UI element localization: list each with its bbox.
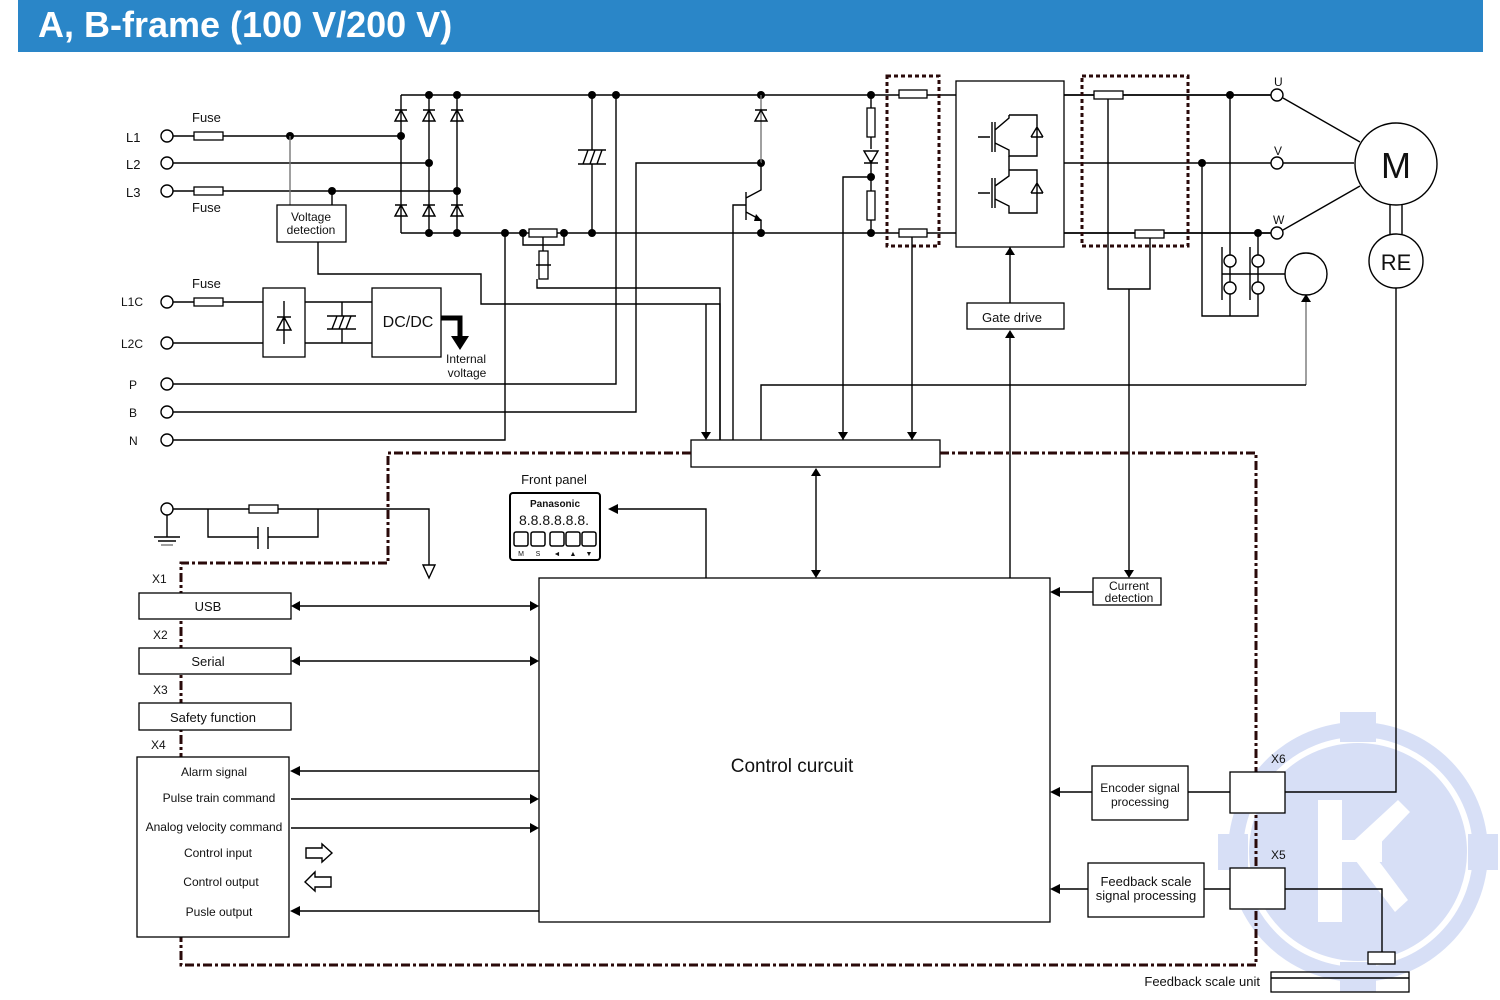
fuse-l1: [193, 131, 224, 141]
x1-label: X1: [152, 572, 167, 586]
key-label-s: S: [536, 551, 541, 558]
encoder-processing-label-2: processing: [1111, 795, 1169, 809]
rectifier-bridge: [393, 91, 1277, 237]
terminal-w: [1270, 226, 1284, 240]
motor-label: M: [1381, 145, 1411, 186]
front-panel: Front panel Panasonic 8.8.8.8.8.8. M S ◄…: [509, 472, 707, 578]
analog-velocity-label: Analog velocity command: [146, 820, 283, 834]
alarm-signal-label: Alarm signal: [181, 765, 247, 779]
feedback-unit-label: Feedback scale unit: [1144, 974, 1260, 989]
front-panel-label: Front panel: [521, 472, 587, 487]
terminal-label-p: P: [129, 378, 137, 392]
regen-terminals: P B N: [129, 377, 174, 448]
terminal-label-l3: L3: [126, 185, 140, 200]
terminal-label-l2: L2: [126, 157, 140, 172]
terminal-l3: [160, 184, 174, 198]
motor-output: U V W M RE: [1270, 75, 1438, 793]
x6-connector: [1229, 771, 1286, 814]
connectors-left: X1 USB X2 Serial X3 Safety function X4 A…: [136, 572, 539, 938]
control-power: L1C L2C Fuse DC/DC Internal voltage: [121, 276, 487, 380]
voltage-detection-label-2: detection: [287, 223, 336, 237]
encoder-processing-label-1: Encoder signal: [1100, 781, 1179, 795]
dcdc-label: DC/DC: [383, 314, 434, 331]
terminal-v: [1270, 156, 1284, 170]
ground-filter: [154, 502, 437, 580]
key-label-down: ▼: [586, 551, 593, 558]
terminal-label-n: N: [129, 434, 138, 448]
current-detection-label-2: detection: [1105, 591, 1154, 605]
x4-label: X4: [151, 738, 166, 752]
terminal-l1: [160, 129, 174, 143]
control-output-label: Control output: [183, 875, 259, 889]
control-input-label: Control input: [184, 846, 253, 860]
x2-label: X2: [153, 628, 168, 642]
key-s[interactable]: [530, 531, 546, 547]
terminal-label-w: W: [1273, 213, 1285, 227]
gate-drive-label: Gate drive: [982, 310, 1042, 325]
serial-label: Serial: [191, 654, 224, 669]
terminal-label-v: V: [1274, 144, 1282, 158]
divider-resistor-top: [866, 107, 876, 138]
fuse-label-l3: Fuse: [192, 200, 221, 215]
terminal-l2: [160, 156, 174, 170]
feedback-processing-label-2: signal processing: [1096, 888, 1196, 903]
divider-resistor-bottom: [866, 190, 876, 221]
shunt-dashed-box: [885, 74, 941, 248]
x5-connector: [1229, 867, 1286, 910]
panel-brand: Panasonic: [530, 499, 580, 510]
feedback-processing-label-1: Feedback scale: [1100, 874, 1191, 889]
control-output-arrow-icon: [303, 870, 332, 893]
isolation-interface-block: [690, 439, 941, 468]
key-down[interactable]: [581, 531, 597, 547]
watermark-gear-logo: [1218, 712, 1498, 992]
x3-label: X3: [153, 683, 168, 697]
encoder-label: RE: [1381, 250, 1412, 275]
control-circuit-block: [538, 577, 1051, 923]
block-diagram: L1 L2 L3 Fuse Fuse Voltage detection Gat…: [121, 74, 1498, 993]
key-left[interactable]: [549, 531, 565, 547]
terminal-u: [1270, 88, 1284, 102]
fuse-label-l1: Fuse: [192, 110, 221, 125]
inrush-resistor: [528, 228, 558, 238]
terminal-label-u: U: [1274, 75, 1283, 89]
terminal-label-l1: L1: [126, 130, 140, 145]
voltage-detection-label-1: Voltage: [291, 210, 331, 224]
key-m[interactable]: [513, 531, 529, 547]
usb-label: USB: [195, 599, 222, 614]
key-label-m: M: [518, 551, 524, 558]
safety-function-label: Safety function: [170, 710, 256, 725]
control-circuit-label: Control curcuit: [731, 756, 854, 777]
terminal-label-l2c: L2C: [121, 337, 143, 351]
terminal-label-b: B: [129, 406, 137, 420]
dynamic-brake-relay: [1284, 252, 1328, 296]
x6-label: X6: [1271, 752, 1286, 766]
internal-voltage-label-2: voltage: [448, 366, 487, 380]
pulse-train-label: Pulse train command: [163, 791, 276, 805]
ipm-module: Gate drive: [955, 80, 1277, 578]
key-label-left: ◄: [554, 551, 561, 558]
fuse-l3: [193, 186, 224, 196]
fuse-label-l1c: Fuse: [192, 276, 221, 291]
terminal-label-l1c: L1C: [121, 295, 143, 309]
control-input-arrow-icon: [305, 842, 334, 864]
panel-display: 8.8.8.8.8.8.: [519, 512, 589, 528]
pulse-output-label: Pusle output: [186, 905, 253, 919]
key-label-up: ▲: [570, 551, 577, 558]
x5-label: X5: [1271, 848, 1286, 862]
key-up[interactable]: [565, 531, 581, 547]
internal-voltage-label-1: Internal: [446, 352, 486, 366]
